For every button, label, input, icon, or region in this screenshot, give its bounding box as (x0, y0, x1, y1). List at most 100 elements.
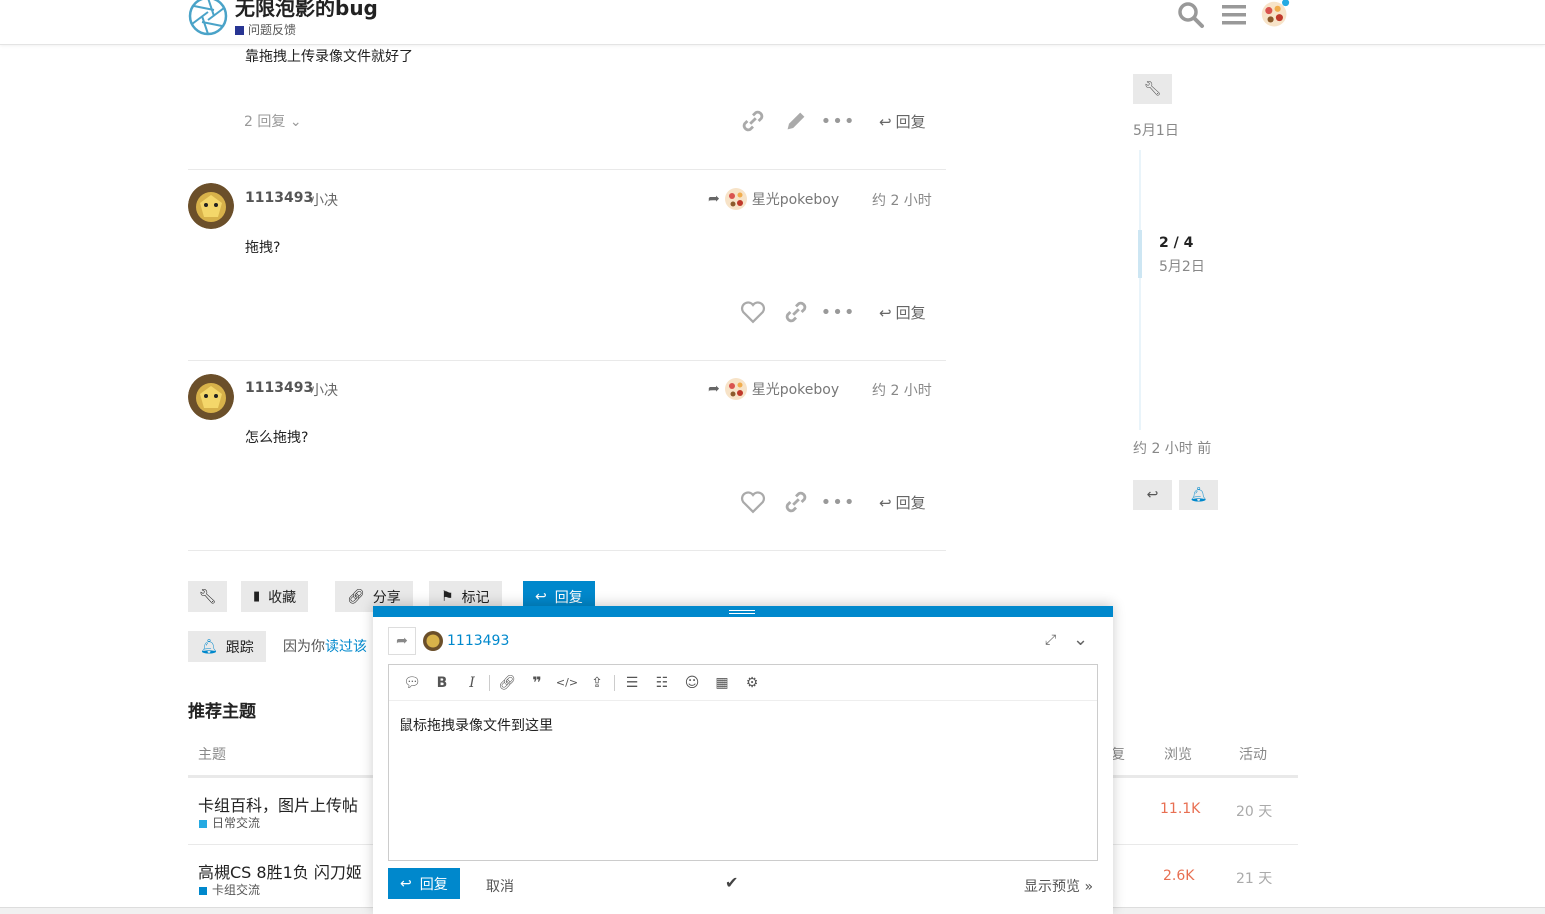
post-fullname: 小决 (310, 383, 338, 399)
reply-arrow-icon: ↩ (400, 875, 412, 892)
reply-button[interactable]: ↩ 回复 (879, 111, 926, 132)
reply-to-avatar (724, 188, 747, 210)
calendar-icon[interactable]: ▦ (707, 668, 737, 698)
column-header-activity[interactable]: 活动 (1239, 744, 1267, 764)
wrench-icon: 🔧︎ (1143, 81, 1162, 97)
italic-icon[interactable]: I (457, 668, 487, 698)
like-heart-icon[interactable] (739, 488, 767, 516)
more-actions-icon[interactable]: ••• (821, 107, 855, 135)
reply-arrow-icon: ↩ (879, 112, 892, 131)
upload-icon[interactable]: ⇪ (582, 668, 612, 698)
link-icon[interactable] (782, 298, 810, 326)
category-color-square (199, 886, 207, 895)
post-username[interactable]: 1113493 (245, 380, 313, 396)
emoji-icon[interactable]: ☺ (677, 668, 707, 698)
column-header-topic[interactable]: 主题 (198, 744, 226, 764)
site-logo[interactable] (188, 0, 228, 36)
topic-reply-label: 回复 (554, 589, 583, 606)
flag-icon: ⚑ (441, 588, 454, 605)
post-date[interactable]: 约 2 小时 (872, 190, 932, 210)
replying-to-user[interactable]: 1113493 (423, 631, 509, 651)
chevron-down-icon: ⌄ (289, 114, 302, 130)
composer-submit-button[interactable]: ↩ 回复 (388, 868, 460, 899)
user-avatar-icon[interactable] (1260, 0, 1290, 30)
suggested-topic-category[interactable]: 日常交流 (199, 814, 260, 831)
timeline-position-date: 5月2日 (1159, 259, 1205, 275)
editor-toolbar: 💬︎ B I 🔗︎ ❞ </> ⇪ ☰ ☷ ☺ ▦ ⚙ (389, 665, 1097, 701)
reply-button[interactable]: ↩ 回复 (879, 492, 926, 513)
reply-composer: ➦ 1113493 ⤢ ⌄ 💬︎ B I 🔗︎ ❞ </> ⇪ ☰ ☷ ☺ ▦ … (373, 606, 1113, 914)
composer-resize-grip[interactable] (729, 610, 755, 614)
reply-to-tab[interactable]: ➦ 星光pokeboy (708, 377, 839, 401)
category-name: 问题反馈 (248, 23, 297, 37)
numbered-list-icon[interactable]: ☷ (647, 668, 677, 698)
suggested-topics-heading: 推荐主题 (188, 702, 256, 722)
topic-title[interactable]: 无限泡影的bug (235, 0, 378, 21)
timeline-reply-button[interactable]: ↩ (1133, 480, 1172, 510)
reply-to-avatar (724, 378, 747, 400)
post-body: 拖拽? (245, 240, 281, 256)
show-replies-button[interactable]: 2 回复 ⌄ (244, 111, 302, 131)
reply-arrow-icon: ↩ (1146, 487, 1159, 503)
post-date[interactable]: 约 2 小时 (872, 380, 932, 400)
timeline-handle[interactable] (1138, 230, 1142, 278)
category-name: 日常交流 (212, 816, 261, 830)
link-icon[interactable] (782, 488, 810, 516)
bell-icon: 🔔︎ (200, 638, 218, 655)
reply-arrow-icon: ↩ (535, 588, 547, 605)
bookmark-button[interactable]: ▮ 收藏 (241, 581, 309, 612)
share-arrow-icon: ➦ (708, 191, 720, 207)
column-header-views[interactable]: 浏览 (1164, 744, 1192, 764)
reply-to-username: 星光pokeboy (751, 192, 840, 208)
collapse-chevron-icon[interactable]: ⌄ (1073, 629, 1088, 650)
bold-icon[interactable]: B (427, 668, 457, 698)
admin-wrench-button[interactable]: 🔧︎ (188, 581, 227, 612)
suggested-topic-category[interactable]: 卡组交流 (199, 881, 260, 898)
category-color-square (235, 26, 244, 35)
submit-label: 回复 (419, 876, 448, 893)
timeline-scrollarea[interactable] (1139, 150, 1141, 430)
suggested-topic-activity[interactable]: 20 天 (1236, 801, 1272, 821)
post-body: 怎么拖拽? (245, 430, 309, 446)
code-icon[interactable]: </> (552, 668, 582, 698)
reply-button[interactable]: ↩ 回复 (879, 302, 926, 323)
reply-to-tab[interactable]: ➦ 星光pokeboy (708, 187, 839, 211)
column-header-replies[interactable]: 复 (1111, 744, 1125, 764)
timeline-admin-button[interactable]: 🔧︎ (1133, 74, 1172, 104)
more-actions-icon[interactable]: ••• (821, 488, 855, 516)
toggle-preview-link[interactable]: 显示预览 » (1024, 876, 1093, 896)
share-arrow-icon: ➦ (396, 633, 408, 649)
site-header: 无限泡影的bug 问题反馈 (0, 0, 1545, 45)
gear-icon[interactable]: ⚙ (737, 668, 767, 698)
like-heart-icon[interactable] (739, 298, 767, 326)
post-avatar[interactable] (188, 183, 234, 229)
category-badge[interactable]: 问题反馈 (235, 21, 296, 38)
category-color-square (199, 819, 207, 828)
blockquote-icon[interactable]: ❞ (522, 668, 552, 698)
reply-textarea[interactable]: 鼠标拖拽录像文件到这里 (399, 715, 553, 735)
notification-reason-text: 因为你 (283, 639, 325, 655)
timeline-end-date[interactable]: 约 2 小时 前 (1133, 438, 1211, 458)
link-icon[interactable] (739, 107, 767, 135)
suggested-topic-title[interactable]: 卡组百科，图片上传帖 (198, 792, 358, 816)
suggested-topic-title[interactable]: 高槻CS 8胜1负 闪刀姬 (198, 859, 362, 883)
search-icon[interactable] (1176, 0, 1206, 30)
reply-user-name: 1113493 (447, 633, 510, 649)
post-avatar[interactable] (188, 374, 234, 420)
notification-reason-link[interactable]: 读过该 (325, 639, 367, 655)
bullet-list-icon[interactable]: ☰ (617, 668, 647, 698)
suggested-topic-activity[interactable]: 21 天 (1236, 868, 1272, 888)
notification-level-button[interactable]: 🔔︎ 跟踪 (188, 631, 266, 662)
quote-bubble-icon[interactable]: 💬︎ (397, 668, 427, 698)
more-actions-icon[interactable]: ••• (821, 298, 855, 326)
composer-cancel-link[interactable]: 取消 (486, 876, 514, 896)
link-icon[interactable]: 🔗︎ (492, 668, 522, 698)
edit-pencil-icon[interactable] (782, 107, 810, 135)
post-divider (188, 169, 946, 170)
post-username[interactable]: 1113493 (245, 190, 313, 206)
reply-action-dropdown[interactable]: ➦ (388, 627, 416, 655)
hamburger-menu-icon[interactable] (1219, 0, 1249, 30)
timeline-start-date[interactable]: 5月1日 (1133, 120, 1179, 140)
expand-fullscreen-icon[interactable]: ⤢ (1045, 632, 1056, 648)
timeline-notification-button[interactable]: 🔔︎ (1179, 480, 1218, 510)
